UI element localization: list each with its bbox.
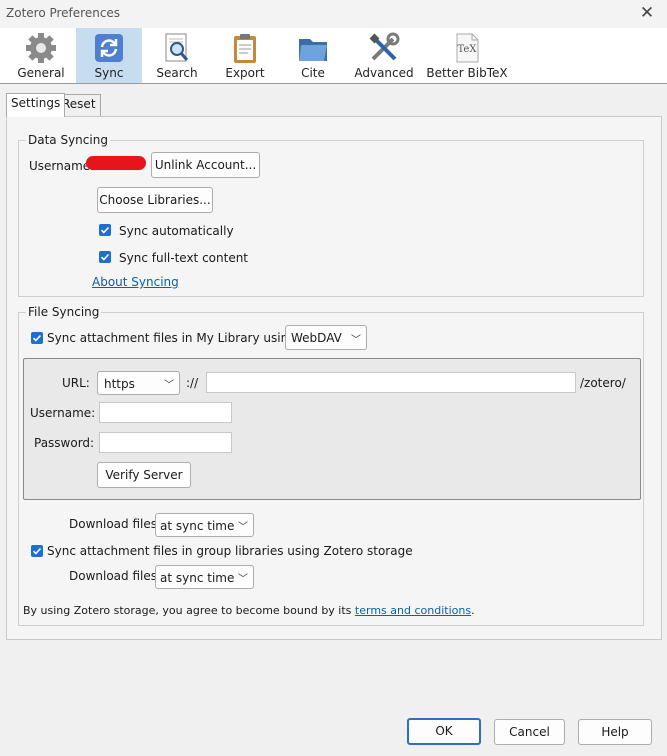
toolbar-advanced[interactable]: Advanced xyxy=(350,28,418,83)
webdav-password-input[interactable] xyxy=(99,432,232,453)
folder-icon xyxy=(299,39,327,61)
toolbar-search[interactable]: Search xyxy=(144,28,210,83)
toolbar-label: General xyxy=(17,66,65,80)
terms-link[interactable]: terms and conditions xyxy=(355,604,471,617)
ok-button[interactable]: OK xyxy=(407,718,481,745)
sync-automatically-label: Sync automatically xyxy=(119,224,234,238)
sync-my-library-label: Sync attachment files in My Library usin… xyxy=(47,331,296,345)
sync-method-select[interactable]: WebDAV ﹀ xyxy=(285,325,367,350)
terms-prefix: By using Zotero storage, you agree to be… xyxy=(23,604,352,617)
group-download-files-select[interactable]: at sync time ﹀ xyxy=(155,565,254,589)
webdav-username-input[interactable] xyxy=(99,402,232,423)
toolbar-export[interactable]: Export xyxy=(212,28,278,83)
sync-fulltext-label: Sync full-text content xyxy=(119,251,249,265)
url-suffix: /zotero/ xyxy=(580,376,626,390)
download-files-label: Download files xyxy=(69,517,157,531)
toolbar-label: Search xyxy=(156,66,198,80)
chevron-down-icon: ﹀ xyxy=(351,335,361,346)
toolbar-cite[interactable]: Cite xyxy=(280,28,346,83)
checkmark-icon xyxy=(32,334,42,342)
url-separator: :// xyxy=(186,376,199,390)
checkmark-icon xyxy=(32,547,42,555)
toolbar-label: Export xyxy=(225,66,265,80)
protocol-value: https xyxy=(104,377,135,391)
checkmark-icon xyxy=(100,226,110,234)
sync-automatically-checkbox[interactable] xyxy=(99,224,111,236)
sync-icon xyxy=(95,34,123,62)
clipboard-icon xyxy=(234,34,256,63)
chevron-down-icon: ﹀ xyxy=(238,574,248,585)
close-icon[interactable]: ✕ xyxy=(637,3,657,23)
verify-server-button[interactable]: Verify Server xyxy=(97,462,191,488)
toolbar-label: Advanced xyxy=(354,66,414,80)
group-download-files-value: at sync time xyxy=(160,571,235,585)
sync-group-libraries-label: Sync attachment files in group libraries… xyxy=(47,544,413,558)
terms-end: . xyxy=(471,604,475,617)
download-files-value: at sync time xyxy=(160,519,235,533)
download-files-select[interactable]: at sync time ﹀ xyxy=(155,513,254,537)
svg-text:TeX: TeX xyxy=(458,44,478,55)
chevron-down-icon: ﹀ xyxy=(164,380,174,391)
window-title: Zotero Preferences xyxy=(6,6,121,20)
sync-my-library-checkbox[interactable] xyxy=(31,332,43,344)
toolbar-general[interactable]: General xyxy=(8,28,74,83)
chevron-down-icon: ﹀ xyxy=(238,522,248,533)
protocol-select[interactable]: https ﹀ xyxy=(97,371,180,395)
tools-icon xyxy=(369,32,400,61)
toolbar-label: Cite xyxy=(301,66,325,80)
data-syncing-legend: Data Syncing xyxy=(26,133,110,147)
file-syncing-legend: File Syncing xyxy=(26,305,102,319)
gear-icon xyxy=(26,33,56,63)
unlink-account-button[interactable]: Unlink Account... xyxy=(151,152,260,178)
group-download-files-label: Download files xyxy=(69,569,157,583)
about-syncing-link[interactable]: About Syncing xyxy=(92,275,179,289)
url-input[interactable] xyxy=(206,372,576,393)
webdav-password-label: Password: xyxy=(34,436,95,450)
search-icon xyxy=(165,33,189,62)
toolbar-label: Sync xyxy=(94,66,124,80)
tab-settings[interactable]: Settings xyxy=(6,93,66,117)
url-label: URL: xyxy=(62,376,90,390)
toolbar-sync[interactable]: Sync xyxy=(76,28,142,83)
terms-text: By using Zotero storage, you agree to be… xyxy=(23,604,475,617)
choose-libraries-button[interactable]: Choose Libraries... xyxy=(97,187,213,213)
sync-method-value: WebDAV xyxy=(291,331,342,345)
username-label: Username: xyxy=(29,159,95,173)
tex-icon: TeX xyxy=(456,33,479,63)
redacted-username xyxy=(86,156,146,170)
checkmark-icon xyxy=(100,253,110,261)
sync-fulltext-checkbox[interactable] xyxy=(99,251,111,263)
sync-group-libraries-checkbox[interactable] xyxy=(31,545,43,557)
toolbar-better-bibtex[interactable]: TeX Better BibTeX xyxy=(424,28,510,83)
webdav-username-label: Username: xyxy=(30,406,96,420)
cancel-button[interactable]: Cancel xyxy=(494,719,565,745)
toolbar-label: Better BibTeX xyxy=(426,66,508,80)
help-button[interactable]: Help xyxy=(578,719,652,745)
